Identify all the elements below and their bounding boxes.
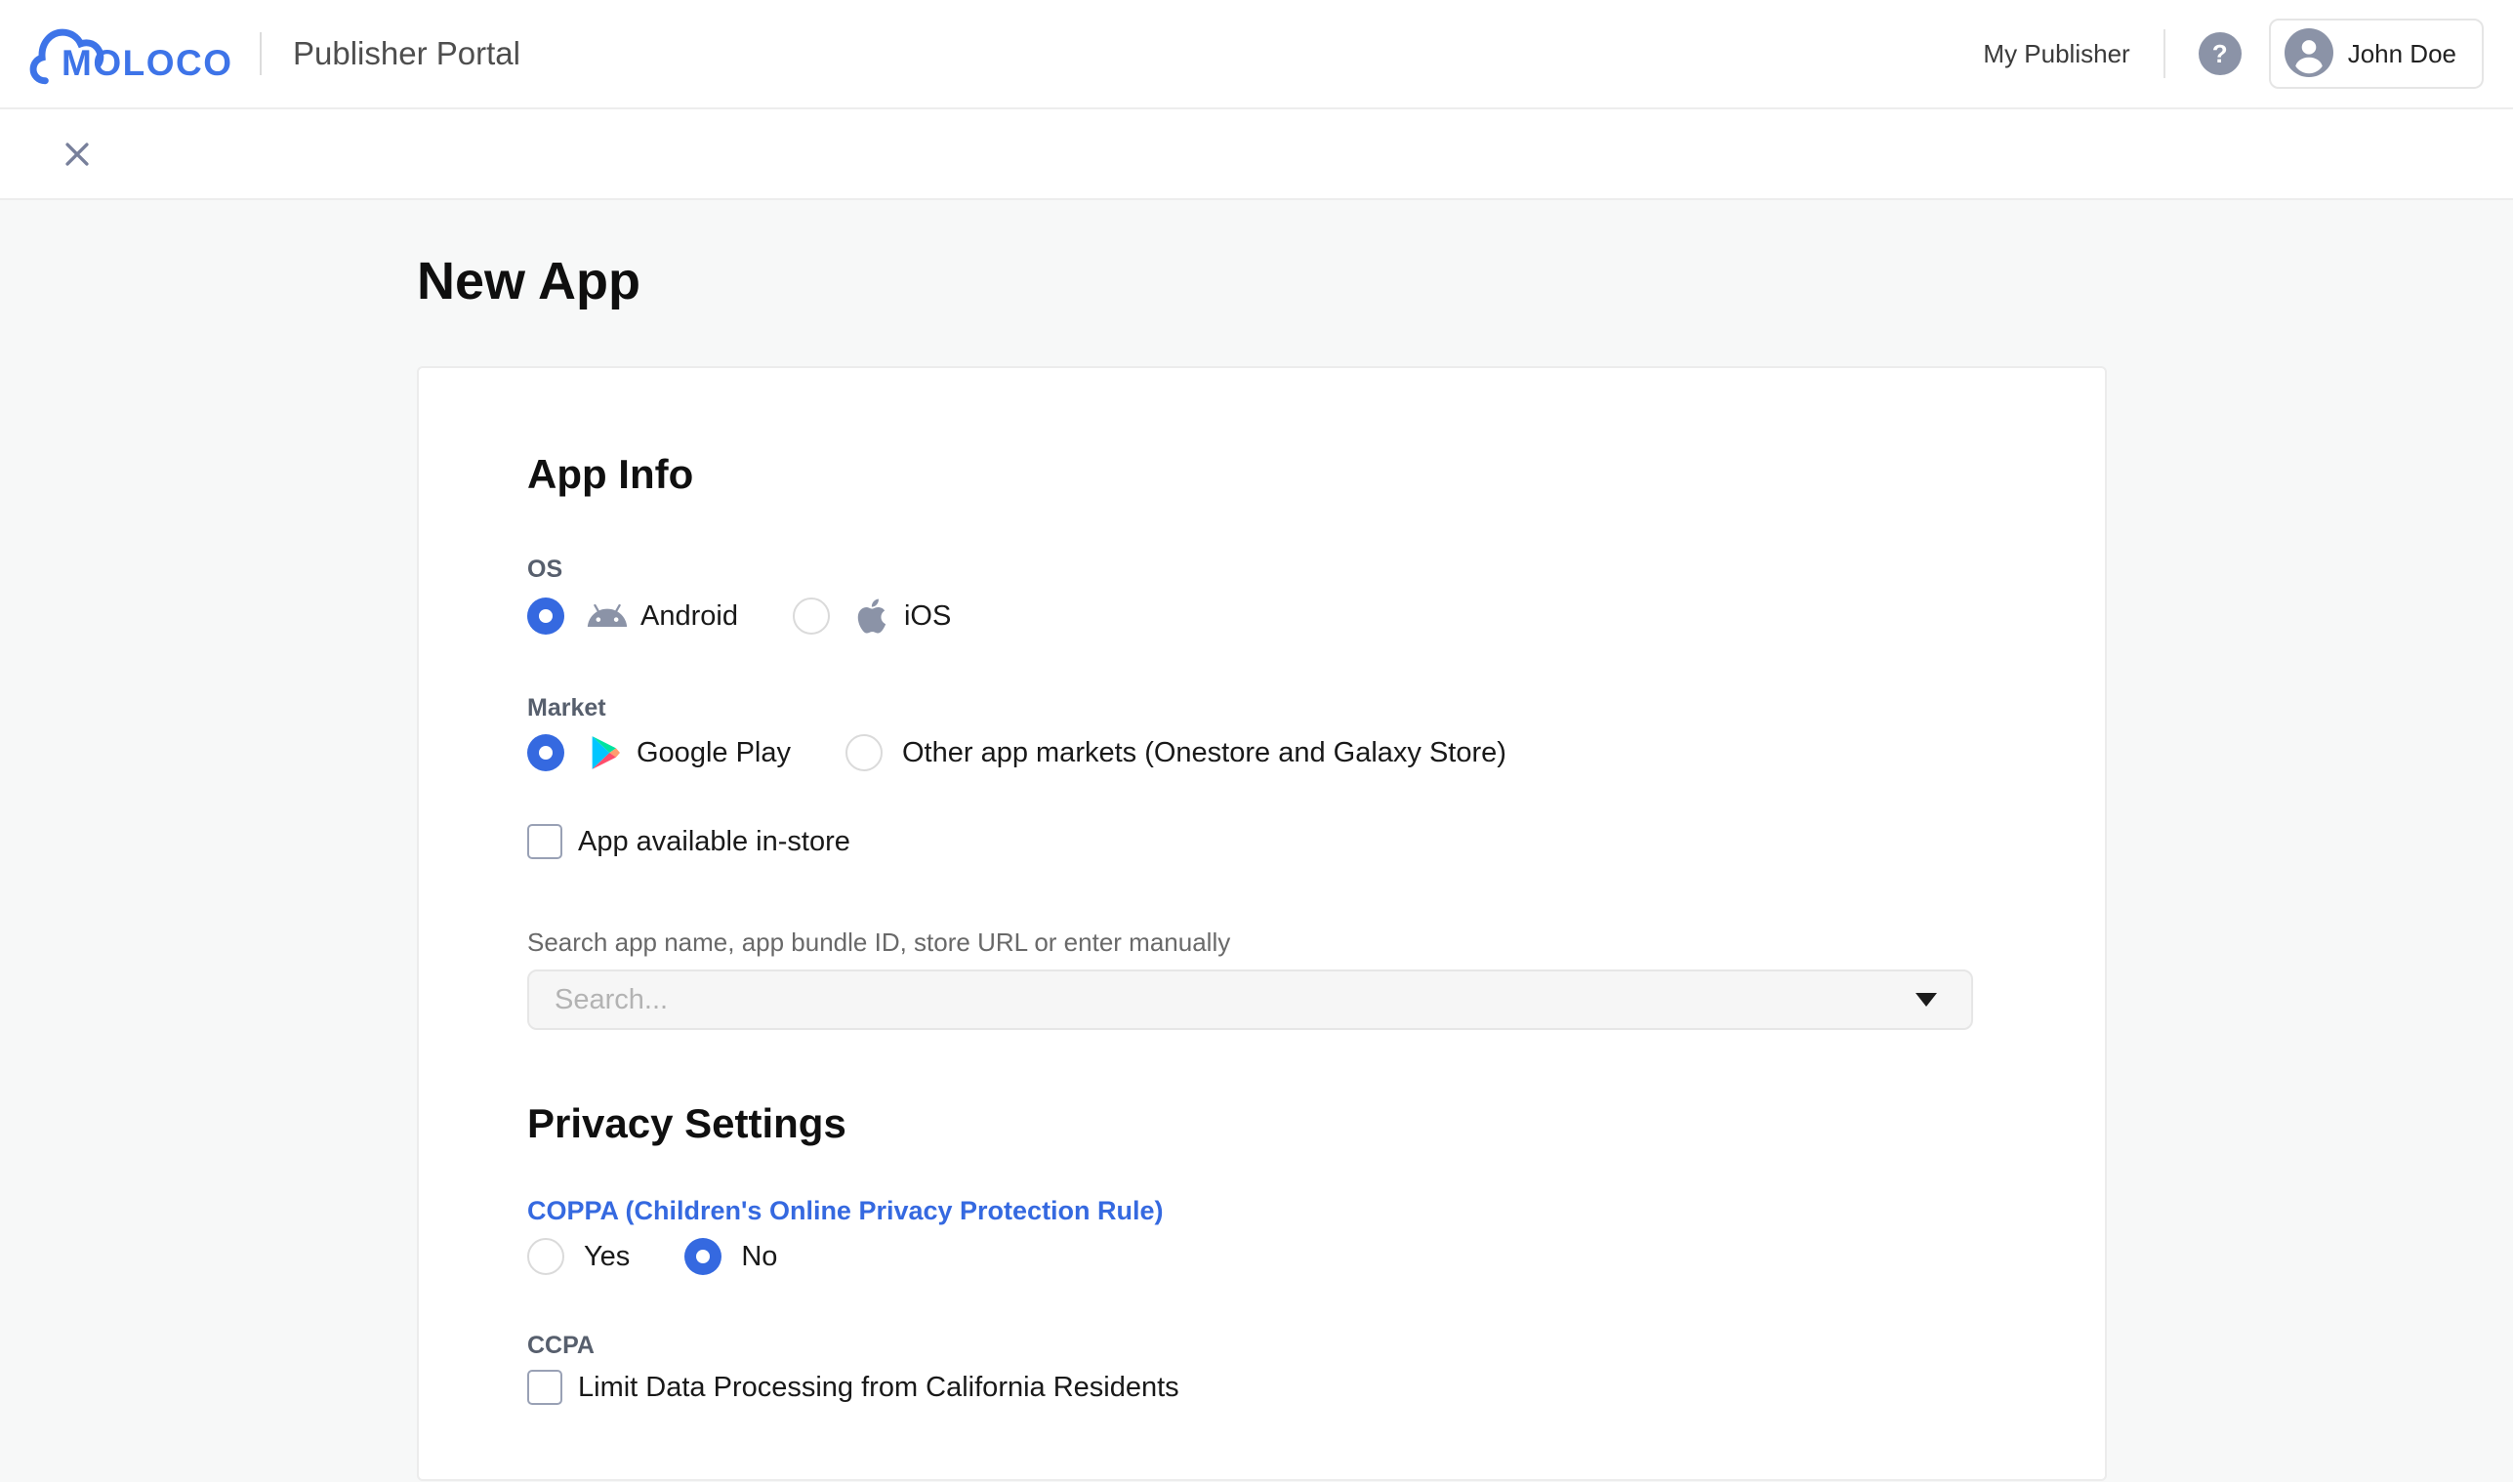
app-info-heading: App Info bbox=[527, 451, 1998, 498]
ccpa-checkbox-label: Limit Data Processing from California Re… bbox=[578, 1372, 1179, 1404]
coppa-no-label: No bbox=[741, 1241, 777, 1273]
radio-option-android[interactable]: Android bbox=[527, 595, 738, 638]
coppa-link[interactable]: COPPA (Children's Online Privacy Protect… bbox=[527, 1196, 1164, 1226]
close-icon[interactable] bbox=[61, 138, 94, 171]
product-title: Publisher Portal bbox=[293, 35, 520, 72]
avatar-icon bbox=[2285, 28, 2333, 80]
radio-unselected-icon[interactable] bbox=[793, 598, 830, 635]
radio-option-coppa-yes[interactable]: Yes bbox=[527, 1238, 630, 1275]
ios-option-label: iOS bbox=[904, 600, 951, 633]
radio-option-other-markets[interactable]: Other app markets (Onestore and Galaxy S… bbox=[845, 734, 1506, 771]
coppa-yes-label: Yes bbox=[584, 1241, 630, 1273]
user-name: John Doe bbox=[2348, 39, 2456, 69]
privacy-settings-heading: Privacy Settings bbox=[527, 1100, 1998, 1147]
search-placeholder: Search... bbox=[555, 984, 668, 1016]
main-content: New App App Info OS Android bbox=[0, 200, 2513, 1482]
header-right: My Publisher ? John Doe bbox=[1983, 19, 2484, 89]
header-left: MOLOCO Publisher Portal bbox=[29, 22, 520, 85]
radio-option-coppa-no[interactable]: No bbox=[684, 1238, 777, 1275]
header-divider bbox=[260, 32, 262, 75]
radio-option-ios[interactable]: iOS bbox=[793, 596, 951, 637]
os-option-row: Android iOS bbox=[527, 596, 1998, 637]
moloco-logo[interactable]: MOLOCO bbox=[29, 22, 240, 85]
ccpa-checkbox-row[interactable]: Limit Data Processing from California Re… bbox=[527, 1370, 1998, 1405]
user-menu-button[interactable]: John Doe bbox=[2269, 19, 2484, 89]
radio-selected-icon[interactable] bbox=[684, 1238, 721, 1275]
market-option-row: Google Play Other app markets (Onestore … bbox=[527, 732, 1998, 773]
radio-selected-icon[interactable] bbox=[527, 734, 564, 771]
close-toolbar bbox=[0, 109, 2513, 200]
app-header: MOLOCO Publisher Portal My Publisher ? J… bbox=[0, 0, 2513, 109]
new-app-form-card: App Info OS Android iOS bbox=[417, 366, 2107, 1481]
app-search-select[interactable]: Search... bbox=[527, 969, 1973, 1030]
brand-wordmark: MOLOCO bbox=[62, 43, 232, 84]
other-markets-option-label: Other app markets (Onestore and Galaxy S… bbox=[902, 737, 1506, 769]
coppa-option-row: Yes No bbox=[527, 1236, 1998, 1277]
google-play-option-label: Google Play bbox=[637, 737, 791, 769]
radio-selected-icon[interactable] bbox=[527, 598, 564, 635]
google-play-icon bbox=[586, 733, 625, 772]
header-divider-2 bbox=[2163, 29, 2165, 78]
market-group-label: Market bbox=[527, 693, 1998, 722]
dropdown-caret-icon bbox=[1916, 993, 1937, 1007]
os-group-label: OS bbox=[527, 555, 1998, 584]
in-store-checkbox-row[interactable]: App available in-store bbox=[527, 824, 1998, 859]
radio-unselected-icon[interactable] bbox=[845, 734, 883, 771]
ccpa-group-label: CCPA bbox=[527, 1331, 1998, 1360]
nav-my-publisher[interactable]: My Publisher bbox=[1983, 39, 2129, 69]
page-title: New App bbox=[417, 251, 2513, 311]
help-icon[interactable]: ? bbox=[2199, 32, 2242, 75]
radio-unselected-icon[interactable] bbox=[527, 1238, 564, 1275]
apple-icon bbox=[851, 596, 892, 637]
android-icon bbox=[586, 595, 629, 638]
checkbox-icon[interactable] bbox=[527, 1370, 562, 1405]
in-store-checkbox-label: App available in-store bbox=[578, 826, 850, 858]
app-search-label: Search app name, app bundle ID, store UR… bbox=[527, 928, 1998, 958]
checkbox-icon[interactable] bbox=[527, 824, 562, 859]
radio-option-google-play[interactable]: Google Play bbox=[527, 733, 791, 772]
android-option-label: Android bbox=[640, 600, 738, 633]
